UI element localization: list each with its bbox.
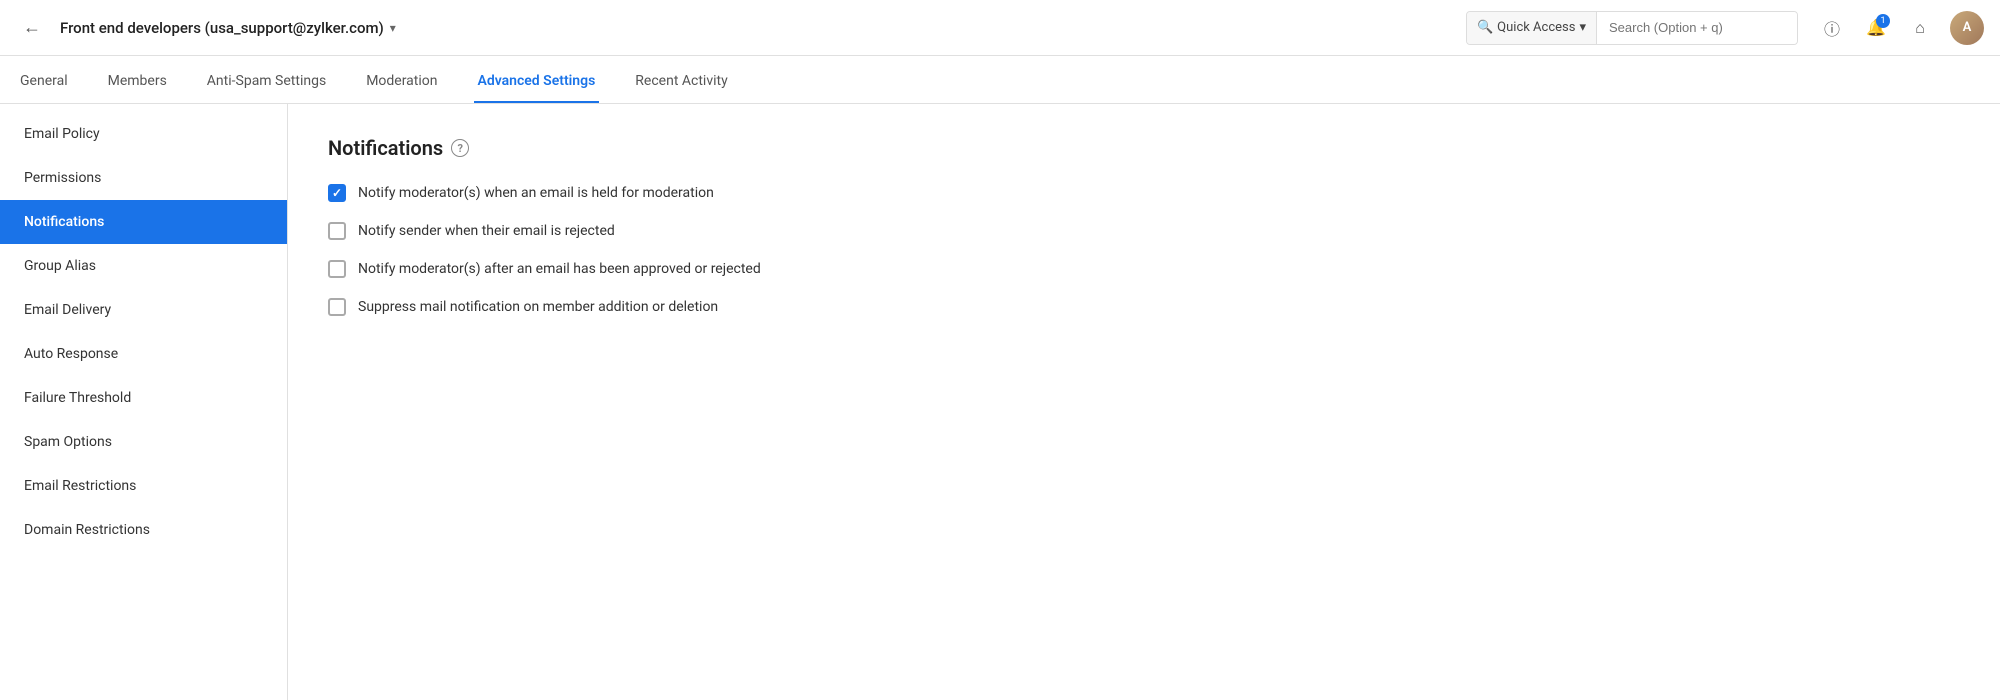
checkbox-suppress-member-notification[interactable]: Suppress mail notification on member add… [328, 298, 1960, 316]
quick-access-chevron-icon: ▾ [1579, 20, 1586, 35]
checkbox-notify-moderator-approved-box[interactable] [328, 260, 346, 278]
tab-recent-activity[interactable]: Recent Activity [631, 73, 731, 103]
tab-bar: General Members Anti-Spam Settings Moder… [0, 56, 2000, 104]
back-button[interactable]: ← [16, 12, 48, 44]
title-chevron-icon: ▾ [390, 21, 396, 35]
topbar: ← Front end developers (usa_support@zylk… [0, 0, 2000, 56]
section-title-text: Notifications [328, 136, 443, 160]
quick-access-label: Quick Access [1497, 20, 1575, 35]
help-button[interactable]: ⓘ [1818, 14, 1846, 42]
checkbox-notify-sender-rejected[interactable]: Notify sender when their email is reject… [328, 222, 1960, 240]
tab-members[interactable]: Members [104, 73, 171, 103]
checkbox-notify-sender-rejected-label: Notify sender when their email is reject… [358, 223, 615, 239]
group-title-text: Front end developers (usa_support@zylker… [60, 19, 384, 37]
sidebar-item-failure-threshold[interactable]: Failure Threshold [0, 376, 287, 420]
sidebar-item-auto-response[interactable]: Auto Response [0, 332, 287, 376]
checkbox-notify-moderator-approved-label: Notify moderator(s) after an email has b… [358, 261, 761, 277]
help-icon: ⓘ [1824, 16, 1840, 40]
avatar[interactable]: A [1950, 11, 1984, 45]
avatar-initials: A [1963, 20, 1972, 35]
question-mark-icon: ? [457, 142, 462, 155]
search-icon: 🔍 [1477, 20, 1493, 35]
sidebar-item-email-policy[interactable]: Email Policy [0, 112, 287, 156]
sidebar-item-permissions[interactable]: Permissions [0, 156, 287, 200]
page-body: Email Policy Permissions Notifications G… [0, 104, 2000, 700]
checkbox-notify-moderator-approved[interactable]: Notify moderator(s) after an email has b… [328, 260, 1960, 278]
sidebar-item-email-restrictions[interactable]: Email Restrictions [0, 464, 287, 508]
sidebar-item-domain-restrictions[interactable]: Domain Restrictions [0, 508, 287, 552]
checkbox-suppress-member-notification-box[interactable] [328, 298, 346, 316]
checkbox-suppress-member-notification-label: Suppress mail notification on member add… [358, 299, 718, 315]
sidebar-item-email-delivery[interactable]: Email Delivery [0, 288, 287, 332]
section-help-icon[interactable]: ? [451, 139, 469, 157]
quick-access-button[interactable]: 🔍 Quick Access ▾ [1467, 12, 1597, 44]
notifications-button[interactable]: 🔔 1 [1862, 14, 1890, 42]
search-bar: 🔍 Quick Access ▾ [1466, 11, 1798, 45]
sidebar-item-spam-options[interactable]: Spam Options [0, 420, 287, 464]
back-icon: ← [23, 17, 41, 38]
tab-general[interactable]: General [16, 73, 72, 103]
tab-moderation[interactable]: Moderation [362, 73, 441, 103]
tab-anti-spam[interactable]: Anti-Spam Settings [203, 73, 330, 103]
avatar-image: A [1950, 11, 1984, 45]
sidebar-item-notifications[interactable]: Notifications [0, 200, 287, 244]
tab-advanced-settings[interactable]: Advanced Settings [474, 73, 600, 103]
search-input[interactable] [1597, 12, 1797, 44]
home-icon: ⌂ [1915, 18, 1925, 38]
group-title[interactable]: Front end developers (usa_support@zylker… [60, 19, 396, 37]
topbar-actions: ⓘ 🔔 1 ⌂ A [1818, 11, 1984, 45]
sidebar: Email Policy Permissions Notifications G… [0, 104, 288, 700]
home-button[interactable]: ⌂ [1906, 14, 1934, 42]
checkbox-notify-moderator-held-label: Notify moderator(s) when an email is hel… [358, 185, 714, 201]
checkbox-notify-sender-rejected-box[interactable] [328, 222, 346, 240]
checkbox-notify-moderator-held-box[interactable] [328, 184, 346, 202]
checkbox-notify-moderator-held[interactable]: Notify moderator(s) when an email is hel… [328, 184, 1960, 202]
section-header: Notifications ? [328, 136, 1960, 160]
notification-badge: 1 [1876, 14, 1890, 28]
main-content: Notifications ? Notify moderator(s) when… [288, 104, 2000, 700]
sidebar-item-group-alias[interactable]: Group Alias [0, 244, 287, 288]
